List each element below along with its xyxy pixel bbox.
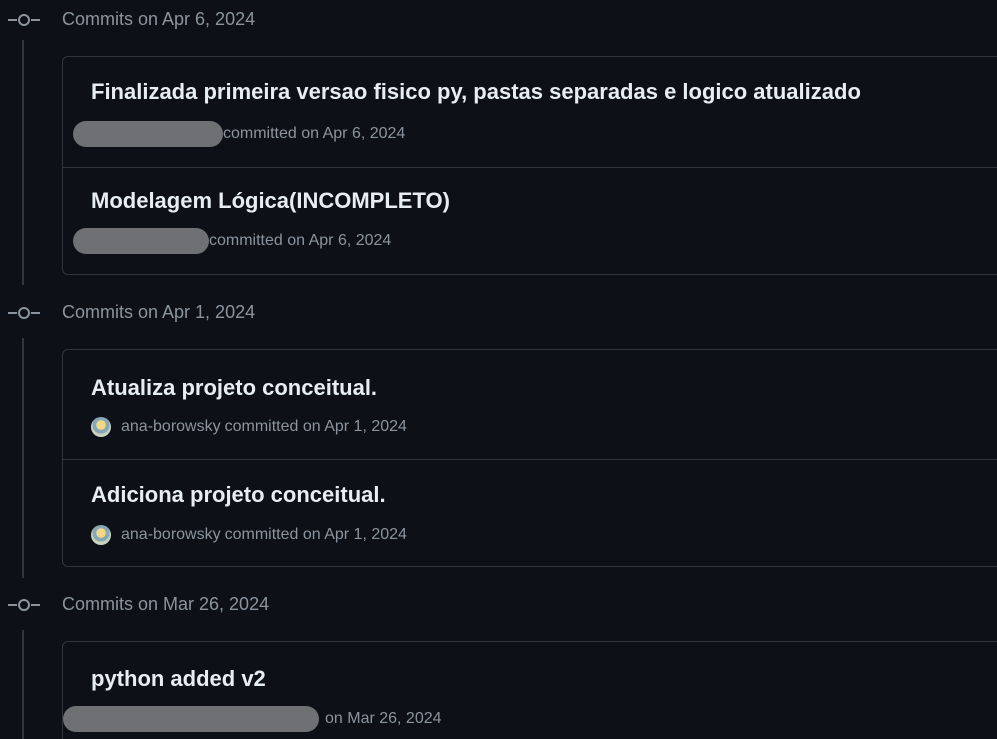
- commit-author-link[interactable]: ana-borowsky: [121, 526, 221, 544]
- redacted-author: [73, 228, 209, 254]
- commit-date-text: committed on Apr 6, 2024: [209, 232, 392, 249]
- commit-row[interactable]: Modelagem Lógica(INCOMPLETO) committed o…: [63, 167, 997, 276]
- commit-meta: on Mar 26, 2024: [63, 706, 442, 732]
- commit-date-text: committed on Apr 1, 2024: [224, 418, 407, 435]
- commit-title-link[interactable]: Finalizada primeira versao fisico py, pa…: [91, 79, 861, 105]
- timeline-line: [22, 338, 24, 578]
- commit-date-text: on Mar 26, 2024: [325, 710, 442, 727]
- git-commit-icon: [8, 307, 40, 319]
- commit-history: Commits on Apr 6, 2024 Finalizada primei…: [0, 0, 997, 739]
- redacted-author: [63, 706, 319, 732]
- group-date-heading: Commits on Mar 26, 2024: [62, 594, 270, 614]
- commit-meta: ana-borowsky committed on Apr 1, 2024: [91, 525, 407, 545]
- commit-author-link[interactable]: ana-borowsky: [121, 418, 221, 436]
- timeline-line: [22, 630, 24, 739]
- commit-list: python added v2 on Mar 26, 2024: [62, 641, 997, 739]
- user-avatar[interactable]: [91, 525, 111, 545]
- commit-list: Atualiza projeto conceitual. ana-borowsk…: [62, 349, 997, 567]
- commit-title-link[interactable]: python added v2: [91, 666, 266, 692]
- git-commit-icon: [8, 14, 40, 26]
- git-commit-icon: [8, 599, 40, 611]
- commit-title-link[interactable]: Adiciona projeto conceitual.: [91, 482, 386, 508]
- commit-list: Finalizada primeira versao fisico py, pa…: [62, 56, 997, 275]
- commit-meta: ana-borowsky committed on Apr 1, 2024: [91, 417, 407, 437]
- timeline-line: [22, 40, 24, 285]
- commit-date-text: committed on Apr 6, 2024: [223, 125, 406, 142]
- commit-meta: committed on Apr 6, 2024: [73, 228, 391, 254]
- commit-meta: committed on Apr 6, 2024: [73, 121, 405, 147]
- commit-title-link[interactable]: Atualiza projeto conceitual.: [91, 375, 377, 401]
- group-date-heading: Commits on Apr 6, 2024: [62, 9, 256, 29]
- redacted-author: [73, 121, 223, 147]
- commit-title-link[interactable]: Modelagem Lógica(INCOMPLETO): [91, 188, 450, 214]
- commit-row[interactable]: Atualiza projeto conceitual. ana-borowsk…: [63, 350, 997, 459]
- commit-date-text: committed on Apr 1, 2024: [224, 526, 407, 543]
- commit-row[interactable]: Adiciona projeto conceitual. ana-borowsk…: [63, 459, 997, 568]
- group-date-heading: Commits on Apr 1, 2024: [62, 302, 256, 322]
- commit-row[interactable]: python added v2 on Mar 26, 2024: [63, 642, 997, 739]
- commit-row[interactable]: Finalizada primeira versao fisico py, pa…: [63, 57, 997, 167]
- user-avatar[interactable]: [91, 417, 111, 437]
